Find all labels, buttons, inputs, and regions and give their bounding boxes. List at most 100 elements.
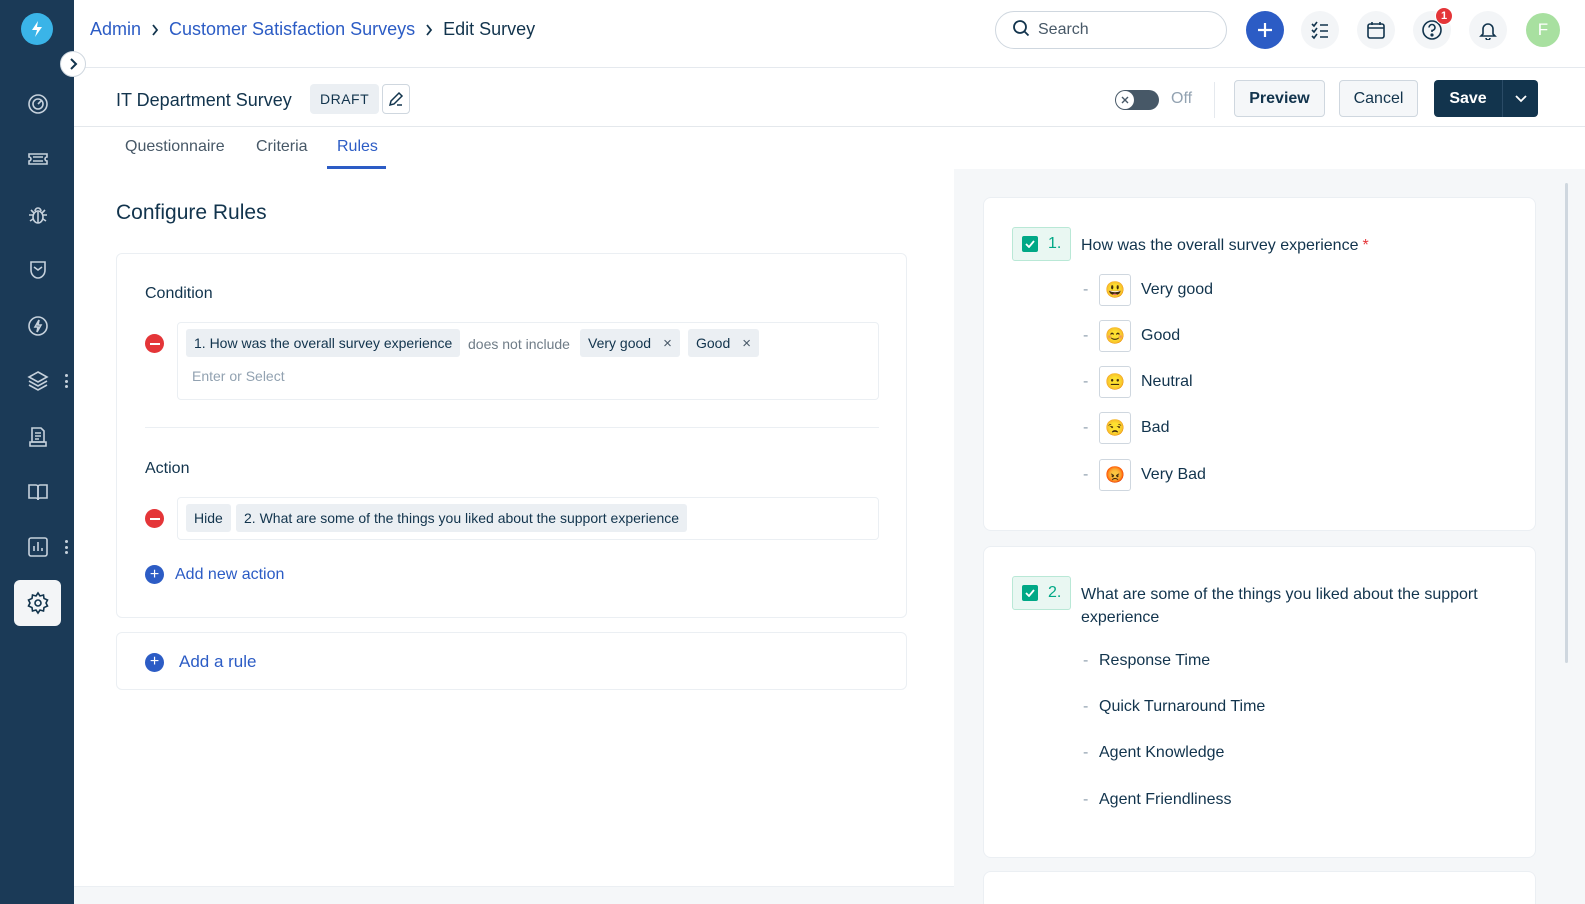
save-button-label[interactable]: Save: [1434, 80, 1502, 117]
option-dash: -: [1083, 419, 1089, 436]
freshservice-logo-icon[interactable]: [21, 13, 53, 45]
option-dash: -: [1083, 327, 1089, 344]
option-dash: -: [1083, 698, 1089, 715]
question-number-label: 1.: [1048, 235, 1062, 252]
neutral-emoji-icon: 😐: [1099, 366, 1131, 398]
action-field[interactable]: Hide 2. What are some of the things you …: [177, 497, 879, 540]
todo-checklist-icon[interactable]: [1301, 11, 1339, 49]
question-text-line: What are some of the things you liked ab…: [1081, 586, 1478, 603]
releases-bolt-icon[interactable]: [14, 303, 61, 349]
question-text: What are some of the things you liked ab…: [1081, 583, 1478, 629]
assets-layers-icon[interactable]: [14, 358, 61, 404]
remove-value-close-icon[interactable]: ×: [742, 335, 751, 352]
vertical-scrollbar[interactable]: [1565, 183, 1568, 663]
question-number-label: 2.: [1048, 584, 1062, 601]
option-label: Very Bad: [1141, 466, 1206, 483]
survey-preview-panel: 1. How was the overall survey experience…: [954, 169, 1585, 904]
condition-value-chip: Good ×: [688, 329, 760, 357]
answer-option: - Quick Turnaround Time: [1083, 698, 1265, 716]
option-label: Good: [1141, 327, 1181, 344]
tab-criteria[interactable]: Criteria: [256, 138, 308, 156]
projects-icon[interactable]: [14, 414, 61, 460]
remove-action-icon[interactable]: [145, 509, 164, 528]
chevron-right-icon: [151, 23, 159, 36]
question-text-label: How was the overall survey experience: [1081, 237, 1359, 254]
toggle-off-icon: [1116, 91, 1134, 109]
calendar-icon[interactable]: [1357, 11, 1395, 49]
question-number: 1.: [1012, 227, 1072, 261]
search-placeholder: Search: [1038, 21, 1089, 38]
breadcrumb-surveys-link[interactable]: Customer Satisfaction Surveys: [169, 19, 415, 40]
answer-option: - Response Time: [1083, 652, 1210, 670]
option-label: Very good: [1141, 281, 1214, 298]
tickets-icon[interactable]: [14, 136, 61, 182]
option-label: Agent Friendliness: [1099, 791, 1232, 808]
admin-gear-icon[interactable]: [14, 580, 61, 626]
changes-shield-icon[interactable]: [14, 247, 61, 293]
remove-condition-icon[interactable]: [145, 334, 164, 353]
answer-option: - Agent Knowledge: [1083, 744, 1224, 762]
add-new-action-button[interactable]: + Add new action: [145, 565, 284, 584]
preview-button[interactable]: Preview: [1234, 80, 1325, 117]
action-type-chip: Hide: [186, 504, 231, 532]
breadcrumb-current: Edit Survey: [443, 19, 536, 39]
add-rule-label: Add a rule: [179, 652, 257, 671]
option-dash: -: [1083, 373, 1089, 390]
notification-count-badge: 1: [1435, 7, 1453, 25]
solutions-book-icon[interactable]: [14, 469, 61, 515]
condition-operator[interactable]: does not include: [468, 336, 570, 352]
survey-title: IT Department Survey: [116, 90, 292, 110]
action-question-chip: 2. What are some of the things you liked…: [236, 504, 688, 532]
sidebar: [0, 0, 74, 904]
rules-editor: Configure Rules Condition 1. How was the…: [74, 169, 954, 904]
horizontal-scrollbar[interactable]: [74, 886, 954, 904]
condition-value-label: Good: [696, 335, 731, 351]
dashboard-icon[interactable]: [14, 81, 61, 127]
analytics-more-icon[interactable]: [62, 540, 70, 554]
option-dash: -: [1083, 652, 1089, 669]
option-label: Response Time: [1099, 652, 1211, 669]
activate-toggle[interactable]: [1115, 90, 1159, 110]
tab-bar: Questionnaire Criteria Rules: [74, 127, 1585, 169]
answer-option: - 😒 Bad: [1083, 412, 1169, 444]
tab-questionnaire[interactable]: Questionnaire: [125, 138, 225, 156]
help-icon[interactable]: 1: [1413, 7, 1453, 49]
top-header: Admin Customer Satisfaction Surveys Edit…: [74, 0, 1585, 68]
analytics-chart-icon[interactable]: [14, 524, 61, 570]
question-number: 2.: [1012, 576, 1072, 610]
new-item-plus-button[interactable]: [1246, 11, 1284, 49]
save-button[interactable]: Save: [1434, 80, 1538, 117]
very-good-emoji-icon: 😃: [1099, 274, 1131, 306]
checkbox-checked-icon: [1022, 236, 1038, 252]
assets-more-icon[interactable]: [62, 374, 70, 388]
divider: [1214, 82, 1215, 118]
condition-field[interactable]: 1. How was the overall survey experience…: [177, 322, 879, 400]
option-dash: -: [1083, 466, 1089, 483]
expand-sidebar-chevron-icon[interactable]: [60, 51, 86, 77]
option-dash: -: [1083, 791, 1089, 808]
answer-option: - 😃 Very good: [1083, 274, 1213, 306]
very-bad-emoji-icon: 😡: [1099, 459, 1131, 491]
answer-option: - Agent Friendliness: [1083, 791, 1232, 809]
add-rule-card: + Add a rule: [116, 632, 907, 690]
cancel-button[interactable]: Cancel: [1339, 80, 1418, 117]
condition-value-input[interactable]: Enter or Select: [192, 368, 285, 384]
search-input[interactable]: Search: [995, 11, 1227, 49]
breadcrumb-admin-link[interactable]: Admin: [90, 19, 141, 40]
problems-bug-icon[interactable]: [14, 192, 61, 238]
question-text: How was the overall survey experience *: [1081, 234, 1369, 257]
save-options-chevron-down-icon[interactable]: [1502, 80, 1538, 117]
option-dash: -: [1083, 281, 1089, 298]
question-card: 2. What are some of the things you liked…: [983, 546, 1536, 858]
remove-value-close-icon[interactable]: ×: [663, 335, 672, 352]
good-emoji-icon: 😊: [1099, 320, 1131, 352]
question-card: [983, 871, 1536, 904]
tab-rules[interactable]: Rules: [337, 138, 378, 156]
edit-title-pencil-icon[interactable]: [382, 84, 410, 114]
user-avatar[interactable]: F: [1526, 13, 1560, 47]
option-label: Neutral: [1141, 373, 1193, 390]
notifications-bell-icon[interactable]: [1469, 11, 1507, 49]
add-rule-button[interactable]: + Add a rule: [145, 652, 257, 672]
breadcrumb: Admin Customer Satisfaction Surveys Edit…: [90, 19, 535, 40]
question-text-line: experience: [1081, 609, 1160, 626]
